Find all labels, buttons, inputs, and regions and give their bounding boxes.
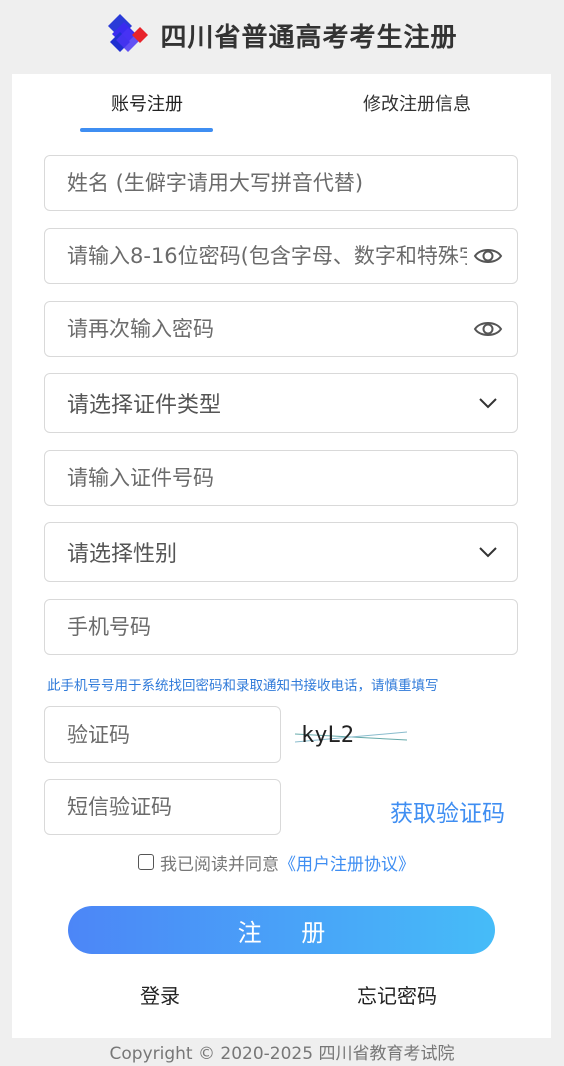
id-type-select[interactable]: 请选择证件类型 (44, 373, 518, 433)
forgot-password-link[interactable]: 忘记密码 (357, 980, 437, 1009)
get-sms-code-button[interactable]: 获取验证码 (390, 794, 505, 828)
active-tab-indicator (80, 128, 213, 132)
id-number-input[interactable] (45, 451, 517, 505)
agree-text: 我已阅读并同意 (160, 854, 279, 875)
phone-input[interactable] (45, 600, 517, 654)
chevron-down-icon (479, 547, 497, 558)
agreement-row: 我已阅读并同意 《用户注册协议》 (138, 850, 415, 875)
login-link[interactable]: 登录 (140, 980, 180, 1009)
eye-icon[interactable] (473, 244, 503, 268)
tab-modify-register-info[interactable]: 修改注册信息 (317, 90, 517, 116)
id-type-select-value: 请选择证件类型 (67, 393, 222, 418)
sms-code-input[interactable] (45, 780, 280, 834)
captcha-input[interactable] (45, 707, 280, 762)
confirm-password-field (44, 301, 518, 357)
sms-code-field (44, 779, 281, 835)
agree-checkbox[interactable] (138, 854, 154, 870)
register-button[interactable]: 注 册 (68, 906, 495, 954)
password-field (44, 228, 518, 284)
gender-select[interactable]: 请选择性别 (44, 522, 518, 582)
copyright: Copyright © 2020-2025 四川省教育考试院 (109, 1044, 455, 1064)
gender-select-value: 请选择性别 (67, 542, 178, 567)
phone-field (44, 599, 518, 655)
tab-account-register[interactable]: 账号注册 (47, 90, 247, 116)
register-card: 账号注册 修改注册信息 请选择证件类型 请选择性别 此手 (12, 74, 551, 1038)
chevron-down-icon (479, 398, 497, 409)
site-title: 四川省普通高考考生注册 (160, 22, 458, 53)
name-input[interactable] (45, 156, 517, 210)
exam-logo-icon (108, 14, 149, 52)
captcha-text: kyL2 (301, 723, 354, 748)
phone-hint: 此手机号号用于系统找回密码和录取通知书接收电话，请慎重填写 (47, 678, 439, 694)
confirm-password-input[interactable] (45, 302, 517, 356)
captcha-field (44, 706, 281, 763)
password-input[interactable] (45, 229, 517, 283)
page-header: 四川省普通高考考生注册 (0, 0, 564, 70)
user-agreement-link[interactable]: 《用户注册协议》 (279, 850, 415, 875)
id-number-field (44, 450, 518, 506)
captcha-image[interactable]: kyL2 (295, 714, 407, 748)
name-field (44, 155, 518, 211)
eye-icon[interactable] (473, 317, 503, 341)
